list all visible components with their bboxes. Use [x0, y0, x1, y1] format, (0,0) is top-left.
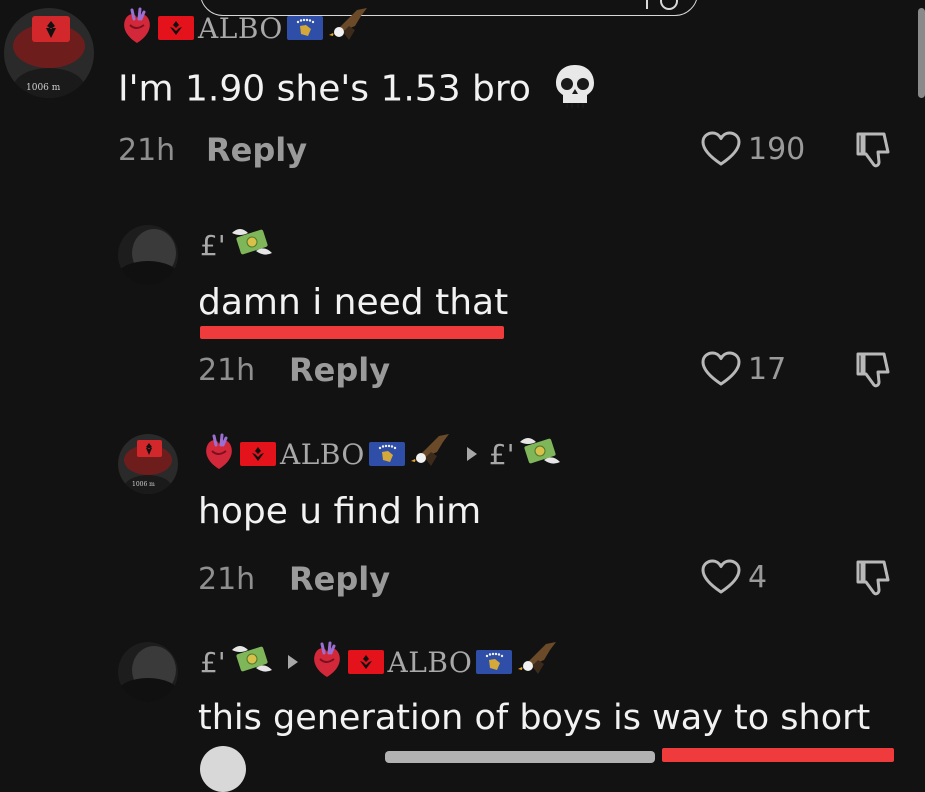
albania-flag	[158, 16, 194, 40]
cut-off-text	[385, 751, 655, 763]
anatomical-heart-emoji	[202, 433, 236, 475]
comment-username[interactable]: £'	[200, 225, 274, 265]
kosovo-flag	[286, 16, 323, 40]
cut-off-avatar	[200, 746, 246, 792]
like-button[interactable]: 4	[700, 558, 767, 596]
albania-flag	[240, 442, 276, 466]
heart-icon	[701, 559, 741, 594]
username-text: ALBO	[198, 11, 283, 45]
skull-emoji	[552, 62, 598, 119]
username-text: £'	[200, 228, 226, 262]
eagle-emoji	[516, 640, 560, 684]
comment-time: 21h	[118, 133, 176, 168]
avatar[interactable]	[118, 225, 178, 285]
reply-arrow-icon	[466, 447, 477, 461]
comment-text: damn i need that	[198, 282, 509, 323]
like-count: 17	[748, 351, 787, 387]
comment-username[interactable]: ALBO £'	[202, 432, 562, 476]
comment-time: 21h	[198, 353, 256, 388]
reply-to-username: £'	[488, 437, 515, 471]
comment-text: I'm 1.90 she's 1.53 bro	[118, 62, 598, 119]
reply-to-username: ALBO	[387, 645, 473, 679]
money-wings-emoji	[230, 223, 274, 267]
svg-text:1006 m: 1006 m	[26, 83, 61, 93]
heart-icon	[701, 351, 741, 386]
money-wings-emoji	[518, 432, 562, 476]
money-wings-emoji	[230, 640, 274, 684]
like-count: 4	[748, 559, 768, 595]
comment-text: hope u find him	[198, 491, 482, 532]
kosovo-flag	[476, 650, 513, 674]
avatar[interactable]: 1006 m	[118, 434, 178, 494]
kosovo-flag	[368, 442, 405, 466]
comment-time: 21h	[198, 562, 256, 597]
dislike-icon[interactable]	[854, 558, 894, 602]
reply-arrow-icon	[287, 655, 298, 669]
dislike-icon[interactable]	[854, 130, 894, 174]
comment-text: this generation of boys is way to short	[198, 698, 871, 738]
like-count: 190	[748, 131, 806, 167]
eagle-emoji	[327, 6, 371, 50]
scrollbar[interactable]	[918, 8, 925, 98]
like-button[interactable]: 190	[700, 130, 805, 168]
svg-text:1006 m: 1006 m	[132, 481, 155, 488]
highlight-underline	[200, 326, 504, 339]
anatomical-heart-emoji	[310, 641, 344, 683]
avatar[interactable]: 1006 m	[4, 8, 94, 98]
heart-icon	[701, 131, 741, 166]
dislike-icon[interactable]	[854, 350, 894, 394]
reply-button[interactable]: Reply	[206, 131, 307, 169]
eagle-emoji	[409, 432, 453, 476]
comment-username[interactable]: £' ALBO	[200, 640, 560, 684]
username-text: £'	[200, 645, 226, 679]
like-button[interactable]: 17	[700, 350, 786, 388]
reply-button[interactable]: Reply	[289, 560, 390, 598]
reply-button[interactable]: Reply	[289, 351, 390, 389]
avatar[interactable]	[118, 642, 178, 702]
search-divider	[646, 0, 648, 9]
albania-flag	[347, 650, 384, 674]
comment-username[interactable]: ALBO	[120, 6, 371, 50]
username-text: ALBO	[280, 437, 365, 471]
anatomical-heart-emoji	[120, 7, 154, 49]
